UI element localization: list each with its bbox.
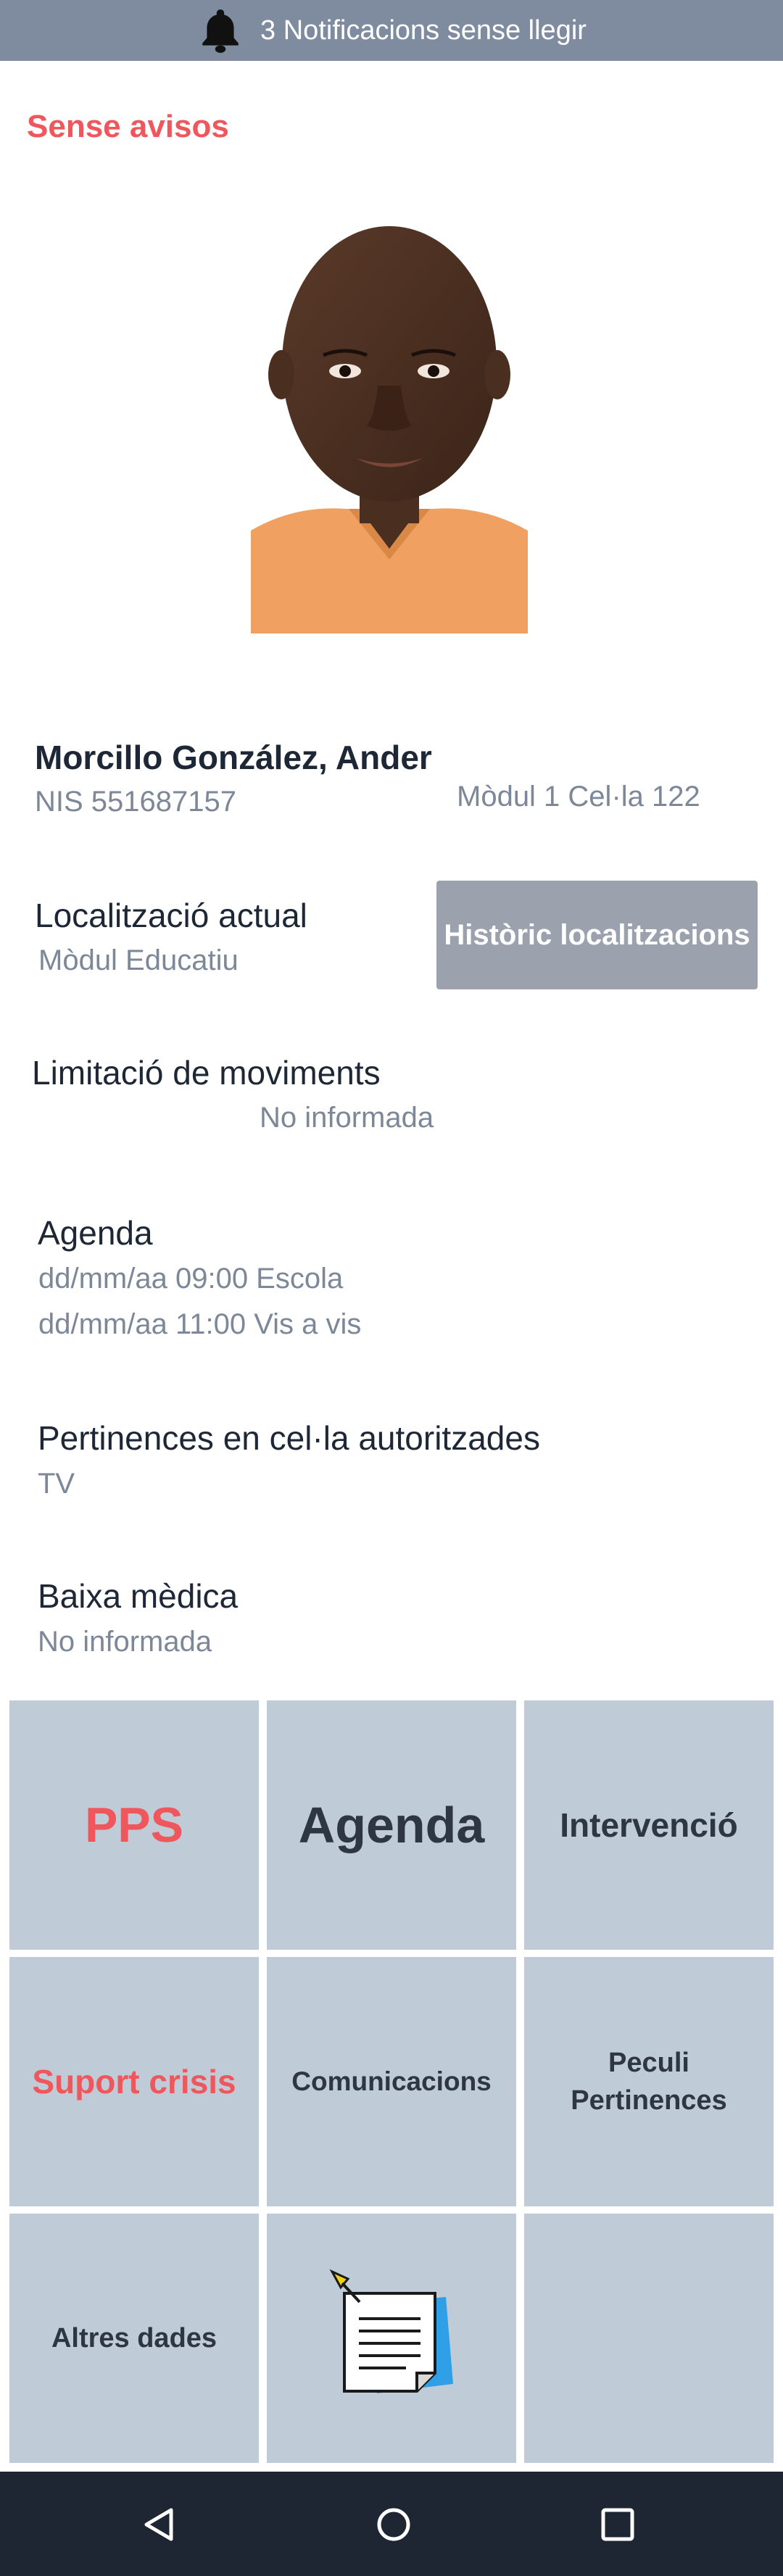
home-icon[interactable] (373, 2504, 414, 2548)
altres-dades-label: Altres dades (51, 2322, 218, 2353)
pps-tile[interactable]: PPS (9, 1700, 259, 1950)
recents-icon[interactable] (599, 2506, 637, 2547)
intervencio-label: Intervenció (560, 1806, 738, 1844)
pps-label: PPS (84, 1798, 184, 1853)
agenda-tile[interactable]: Agenda (267, 1700, 516, 1950)
agenda-item: dd/mm/aa 09:00 Escola (38, 1263, 344, 1295)
movement-limit-label: Limitació de moviments (32, 1054, 381, 1092)
medical-leave-value: No informada (38, 1626, 212, 1658)
intervencio-tile[interactable]: Intervenció (524, 1700, 774, 1950)
cell-location: Mòdul 1 Cel·la 122 (457, 781, 700, 813)
notes-tile[interactable] (267, 2214, 516, 2463)
system-nav-bar (0, 2472, 783, 2576)
notification-bar[interactable]: 3 Notificacions sense llegir (0, 0, 783, 61)
peculi-label: Peculi (608, 2048, 689, 2078)
location-history-button[interactable]: Històric localitzacions (436, 881, 758, 989)
notepad-icon (319, 2264, 464, 2413)
belongings-value: TV (38, 1468, 75, 1500)
altres-dades-tile[interactable]: Altres dades (9, 2214, 259, 2463)
notification-text: 3 Notificacions sense llegir (260, 14, 587, 46)
location-label: Localització actual (35, 897, 307, 934)
inmate-photo (251, 219, 528, 633)
location-value: Mòdul Educatiu (38, 944, 239, 976)
comunicacions-tile[interactable]: Comunicacions (267, 1957, 516, 2206)
comunicacions-label: Comunicacions (291, 2066, 492, 2096)
back-icon[interactable] (139, 2504, 180, 2548)
pertinences-label: Pertinences (571, 2085, 727, 2116)
agenda-item: dd/mm/aa 11:00 Vis a vis (38, 1308, 362, 1340)
agenda-tile-label: Agenda (298, 1797, 485, 1853)
alerts-title: Sense avisos (27, 109, 229, 144)
inmate-name: Morcillo González, Ander (35, 739, 432, 776)
agenda-label: Agenda (38, 1214, 153, 1252)
belongings-label: Pertinences en cel·la autoritzades (38, 1419, 540, 1457)
suport-crisis-label: Suport crisis (32, 2063, 236, 2101)
bell-icon (196, 7, 244, 54)
medical-leave-label: Baixa mèdica (38, 1577, 239, 1615)
suport-crisis-tile[interactable]: Suport crisis (9, 1957, 259, 2206)
movement-limit-value: No informada (260, 1102, 434, 1134)
empty-tile (524, 2214, 774, 2463)
peculi-pertinences-tile[interactable]: Peculi Pertinences (524, 1957, 774, 2206)
nis-number: NIS 551687157 (35, 786, 237, 818)
